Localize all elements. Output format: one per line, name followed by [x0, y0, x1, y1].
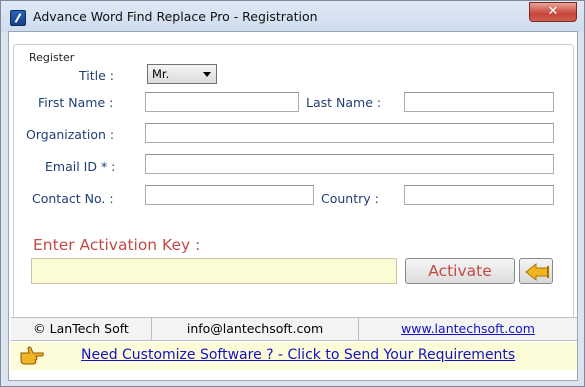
- window-title: Advance Word Find Replace Pro - Registra…: [33, 9, 318, 24]
- app-icon: [10, 10, 26, 26]
- contact-email: info@lantechsoft.com: [186, 321, 324, 336]
- website-link[interactable]: www.lantechsoft.com: [359, 318, 577, 340]
- activate-button[interactable]: Activate: [405, 258, 515, 284]
- footer-bar: © LanTech Soft info@lantechsoft.com www.…: [11, 317, 577, 341]
- first-name-label: First Name :: [38, 95, 114, 110]
- requirements-link[interactable]: Need Customize Software ? - Click to Sen…: [81, 347, 515, 363]
- title-select-value: Mr.: [152, 67, 170, 81]
- register-legend: Register: [26, 51, 78, 64]
- last-name-field[interactable]: [404, 92, 554, 112]
- company-name: © LanTech Soft: [33, 321, 129, 336]
- last-name-label: Last Name :: [306, 95, 382, 110]
- organization-label: Organization :: [26, 127, 115, 142]
- activation-key-label: Enter Activation Key :: [33, 236, 201, 254]
- title-select[interactable]: Mr.: [147, 64, 217, 84]
- organization-field[interactable]: [145, 123, 554, 143]
- client-area: Register Title : Mr. First Name : Last N…: [8, 31, 578, 381]
- registration-window: Advance Word Find Replace Pro - Registra…: [0, 0, 585, 387]
- title-label: Title :: [79, 68, 114, 83]
- title-bar[interactable]: Advance Word Find Replace Pro - Registra…: [1, 1, 584, 32]
- back-button[interactable]: [519, 258, 553, 284]
- email-label: Email ID * :: [45, 159, 116, 174]
- pointing-hand-icon: [20, 346, 44, 365]
- requirements-banner[interactable]: Need Customize Software ? - Click to Sen…: [11, 342, 577, 370]
- activation-key-input[interactable]: [31, 258, 397, 284]
- contact-field[interactable]: [145, 185, 314, 205]
- close-button[interactable]: ✕: [529, 2, 577, 22]
- email-field[interactable]: [145, 154, 554, 174]
- country-label: Country :: [321, 191, 379, 206]
- back-arrow-icon: [525, 262, 549, 282]
- chevron-down-icon: [203, 72, 211, 77]
- first-name-field[interactable]: [145, 92, 299, 112]
- contact-label: Contact No. :: [32, 191, 114, 206]
- country-field[interactable]: [404, 185, 554, 205]
